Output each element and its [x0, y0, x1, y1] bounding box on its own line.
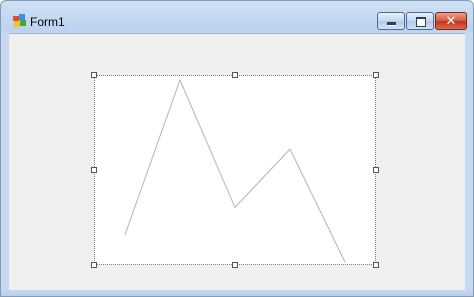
series-line [124, 78, 346, 263]
resize-handle-top-right[interactable] [373, 72, 379, 78]
minimize-button[interactable] [377, 12, 405, 30]
resize-handle-right[interactable] [373, 167, 379, 173]
form-app-icon [13, 14, 26, 27]
resize-handle-left[interactable] [91, 167, 97, 173]
chart-plot-area [124, 78, 346, 263]
data-point-4 [289, 148, 291, 150]
resize-handle-bottom[interactable] [232, 262, 238, 268]
resize-handle-top-left[interactable] [91, 72, 97, 78]
close-button[interactable]: ✕ [435, 12, 467, 30]
data-point-5 [344, 261, 346, 263]
window-bottom-border [1, 290, 473, 296]
minimize-icon [387, 22, 396, 26]
data-point-2 [179, 79, 181, 81]
form-client-area [9, 33, 465, 291]
resize-handle-bottom-left[interactable] [91, 262, 97, 268]
resize-handle-top[interactable] [232, 72, 238, 78]
data-point-1 [124, 234, 126, 236]
resize-handle-bottom-right[interactable] [373, 262, 379, 268]
chart-control[interactable] [94, 75, 376, 265]
title-bar[interactable]: Form1 ✕ [1, 1, 473, 33]
data-point-3 [234, 206, 236, 208]
close-icon: ✕ [445, 13, 457, 28]
maximize-button[interactable] [406, 12, 434, 30]
maximize-icon [416, 17, 426, 27]
window-title: Form1 [30, 15, 65, 29]
form-window: Form1 ✕ [0, 0, 474, 297]
